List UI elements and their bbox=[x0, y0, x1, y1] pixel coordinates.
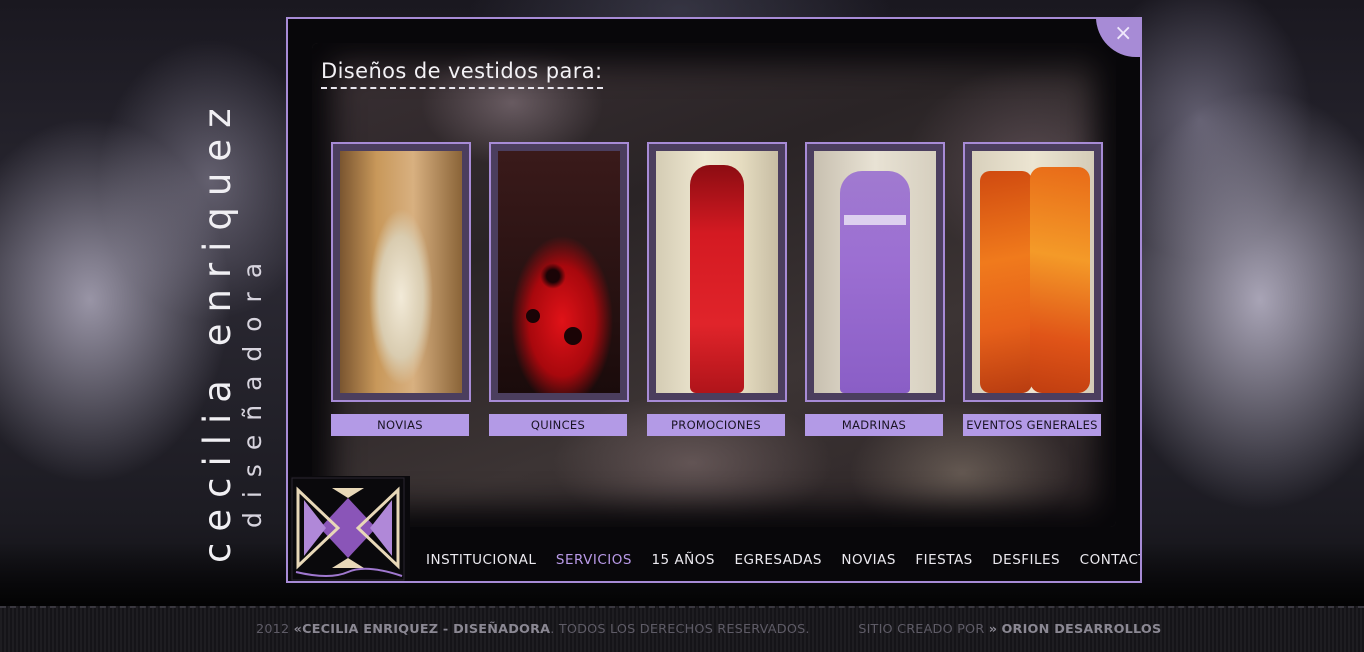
card-image-frame[interactable] bbox=[963, 142, 1103, 402]
nav-item-15-anos[interactable]: 15 AÑOS bbox=[651, 552, 715, 572]
nav-item-servicios[interactable]: SERVICIOS bbox=[556, 552, 632, 572]
footer-credit-arrow: » bbox=[988, 622, 998, 637]
footer-year: 2012 bbox=[256, 622, 290, 637]
footer-rights: . TODOS LOS DERECHOS RESERVADOS. bbox=[550, 622, 810, 637]
nav-item-novias[interactable]: NOVIAS bbox=[841, 552, 896, 572]
card-label-promociones[interactable]: PROMOCIONES bbox=[647, 414, 785, 436]
nav-item-desfiles[interactable]: DESFILES bbox=[992, 552, 1060, 572]
brand-logo: cecilia enriquez diseñadora bbox=[196, 40, 276, 570]
brand-name: cecilia enriquez bbox=[196, 97, 239, 563]
nav-item-contacto[interactable]: CONTACTO bbox=[1080, 552, 1140, 572]
footer-text: 2012 «CECILIA ENRIQUEZ - DISEÑADORA. TOD… bbox=[256, 622, 1161, 637]
card-image-frame[interactable] bbox=[489, 142, 629, 402]
card-novias[interactable]: NOVIAS bbox=[331, 142, 471, 436]
dress-photo-novias bbox=[340, 151, 462, 393]
dress-photo-quinces bbox=[498, 151, 620, 393]
brand-subtitle: diseñadora bbox=[238, 248, 267, 528]
card-madrinas[interactable]: MADRINAS bbox=[805, 142, 945, 436]
main-panel: × Diseños de vestidos para: NOVIAS QUINC… bbox=[286, 17, 1142, 583]
card-promociones[interactable]: PROMOCIONES bbox=[647, 142, 787, 436]
card-label-novias[interactable]: NOVIAS bbox=[331, 414, 469, 436]
diamond-emblem-icon bbox=[291, 477, 405, 581]
card-label-madrinas[interactable]: MADRINAS bbox=[805, 414, 943, 436]
dress-photo-madrinas bbox=[814, 151, 936, 393]
card-label-eventos-generales[interactable]: EVENTOS GENERALES bbox=[963, 414, 1101, 436]
card-image-frame[interactable] bbox=[331, 142, 471, 402]
nav-item-egresadas[interactable]: EGRESADAS bbox=[734, 552, 821, 572]
dress-photo-eventos bbox=[972, 151, 1094, 393]
footer-owner: CECILIA ENRIQUEZ - DISEÑADORA bbox=[302, 622, 551, 637]
emblem-logo[interactable] bbox=[290, 476, 410, 581]
footer-credit-prefix: SITIO CREADO POR bbox=[858, 622, 985, 637]
card-quinces[interactable]: QUINCES bbox=[489, 142, 629, 436]
card-image-frame[interactable] bbox=[647, 142, 787, 402]
card-image-frame[interactable] bbox=[805, 142, 945, 402]
main-nav: INSTITUCIONAL SERVICIOS 15 AÑOS EGRESADA… bbox=[426, 552, 1140, 572]
nav-item-fiestas[interactable]: FIESTAS bbox=[915, 552, 972, 572]
footer-credit-link[interactable]: ORION DESARROLLOS bbox=[1001, 622, 1161, 637]
page-title: Diseños de vestidos para: bbox=[321, 59, 603, 89]
footer: 2012 «CECILIA ENRIQUEZ - DISEÑADORA. TOD… bbox=[0, 606, 1364, 652]
footer-quote: « bbox=[293, 622, 303, 637]
card-label-quinces[interactable]: QUINCES bbox=[489, 414, 627, 436]
dress-photo-promociones bbox=[656, 151, 778, 393]
card-eventos-generales[interactable]: EVENTOS GENERALES bbox=[963, 142, 1103, 436]
close-icon: × bbox=[1114, 21, 1133, 46]
nav-item-institucional[interactable]: INSTITUCIONAL bbox=[426, 552, 536, 572]
